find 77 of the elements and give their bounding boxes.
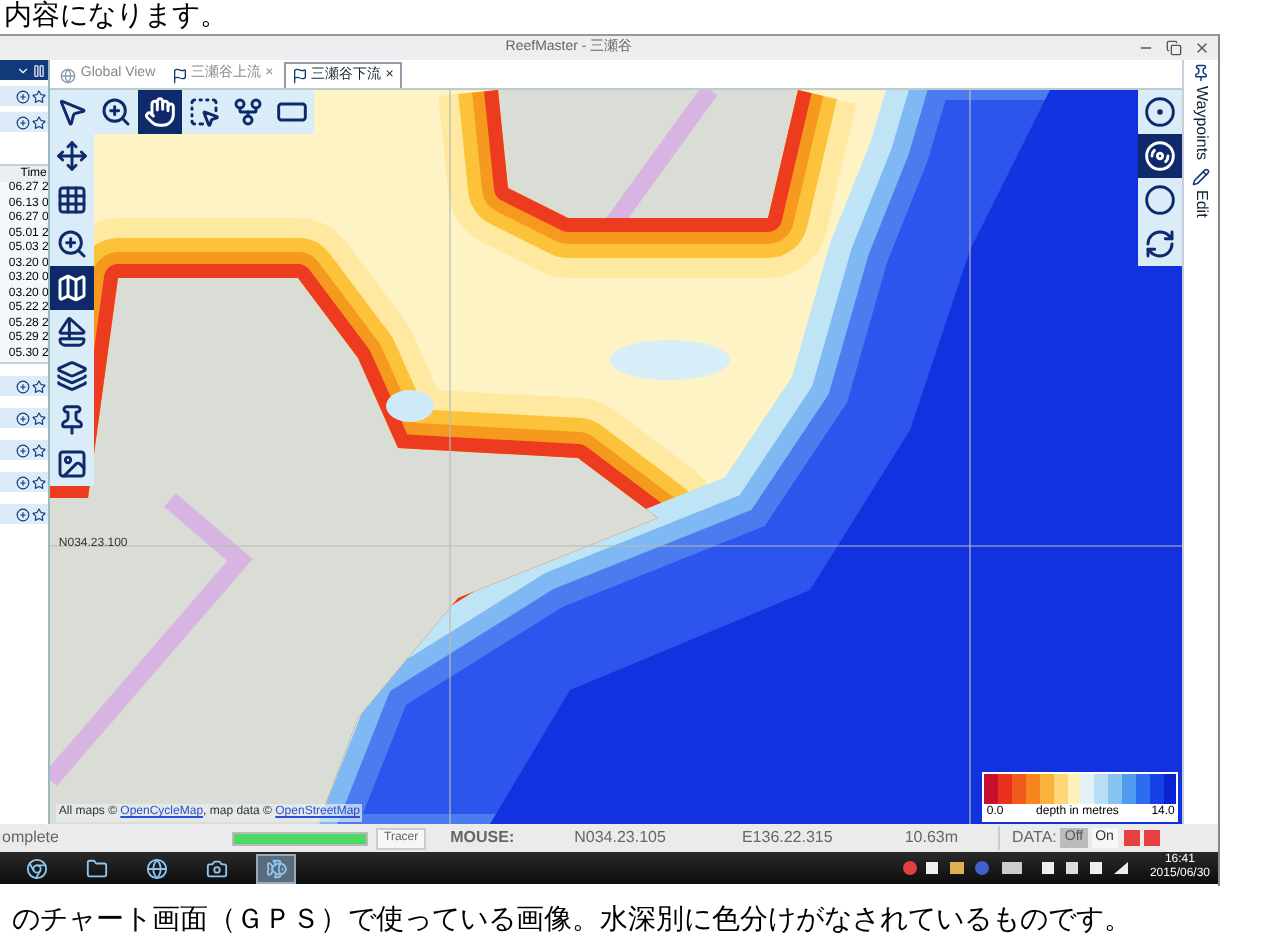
side-tab-label: Edit	[1191, 190, 1214, 218]
tool-button[interactable]	[50, 310, 95, 354]
data-label: DATA:	[998, 826, 1057, 850]
tool-button[interactable]	[1138, 134, 1183, 178]
pencil-icon	[1192, 168, 1211, 187]
tool-button[interactable]	[138, 90, 183, 134]
star-icon[interactable]	[32, 115, 47, 129]
mouse-label: MOUSE:	[450, 826, 515, 850]
panel-row[interactable]	[0, 86, 49, 106]
dropdown-icon[interactable]	[16, 63, 31, 77]
browser-icon	[25, 857, 47, 879]
tool-button[interactable]	[94, 90, 139, 134]
pin-bar-icon[interactable]	[32, 63, 47, 77]
tool-button[interactable]	[1138, 90, 1183, 134]
pin-icon	[1192, 64, 1211, 82]
pointer-icon	[56, 96, 89, 128]
zoom-in-icon	[100, 96, 133, 128]
expand-icon[interactable]	[16, 443, 31, 457]
restore-icon[interactable]	[1166, 40, 1182, 56]
tool-button[interactable]	[270, 90, 315, 134]
panel-row[interactable]	[0, 112, 49, 132]
tool-button[interactable]	[50, 266, 95, 310]
globe-icon	[145, 857, 167, 879]
caption-text: 内容になります。	[2, 0, 230, 34]
tool-button[interactable]	[1138, 178, 1183, 222]
taskbar-app[interactable]	[256, 853, 296, 883]
tool-button[interactable]	[50, 442, 95, 486]
star-icon[interactable]	[32, 443, 47, 457]
latitude-text: N034.23.105	[574, 826, 666, 850]
tool-button[interactable]	[50, 222, 95, 266]
tool-button[interactable]	[182, 90, 227, 134]
folder-icon	[85, 857, 107, 879]
panel-row[interactable]	[0, 408, 49, 428]
longitude-text: E136.22.315	[741, 826, 833, 850]
expand-icon[interactable]	[16, 89, 31, 103]
expand-icon[interactable]	[16, 379, 31, 393]
star-icon[interactable]	[32, 379, 47, 393]
select-icon	[188, 96, 221, 128]
ring-icon	[1144, 184, 1177, 216]
depth-text: 10.63m	[904, 826, 959, 850]
side-tab-label: Waypoints	[1191, 86, 1214, 161]
side-tab[interactable]: Edit	[1189, 168, 1214, 218]
expand-icon[interactable]	[16, 411, 31, 425]
grid-icon	[56, 184, 89, 216]
hand-icon	[144, 96, 177, 128]
refresh-icon	[1144, 228, 1177, 260]
star-icon[interactable]	[32, 475, 47, 489]
star-icon[interactable]	[32, 89, 47, 103]
panel-row[interactable]	[0, 376, 49, 396]
close-icon[interactable]	[1194, 40, 1210, 56]
panel-row[interactable]	[0, 440, 49, 460]
panel-row[interactable]	[0, 472, 49, 492]
expand-icon[interactable]	[16, 507, 31, 521]
globe-icon	[60, 67, 77, 83]
disc-icon	[1144, 140, 1177, 172]
move-icon	[56, 140, 89, 172]
expand-icon[interactable]	[16, 475, 31, 489]
fish-icon	[265, 857, 287, 879]
star-icon[interactable]	[32, 411, 47, 425]
fork-icon	[232, 96, 265, 128]
flag-icon	[291, 68, 308, 84]
side-tab[interactable]: Waypoints	[1189, 64, 1214, 161]
flag-icon	[171, 67, 188, 83]
caption-text: のチャート画面（ＧＰＳ）で使っている画像。水深別に色分けがなされているものです。	[10, 902, 1134, 938]
map-icon	[56, 272, 89, 304]
status-text: omplete	[0, 826, 61, 850]
image-icon	[56, 448, 89, 480]
layers-icon	[56, 360, 89, 392]
expand-icon[interactable]	[16, 115, 31, 129]
star-icon[interactable]	[32, 507, 47, 521]
pin-icon	[56, 404, 89, 436]
camera-icon	[205, 857, 227, 879]
zoom-in-icon	[56, 228, 89, 260]
target-icon	[1144, 96, 1177, 128]
tool-button[interactable]	[1138, 222, 1183, 266]
panel-row[interactable]	[0, 504, 49, 524]
boat-icon	[56, 316, 89, 348]
